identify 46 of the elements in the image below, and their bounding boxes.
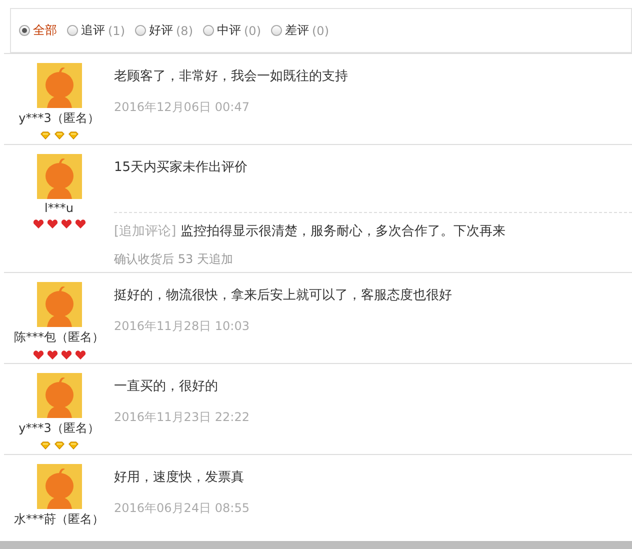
radio-icon[interactable] (135, 25, 146, 36)
review-date: 2016年11月28日 10:03 (114, 318, 250, 335)
radio-icon[interactable] (19, 25, 30, 36)
user-name: y***3（匿名） (18, 420, 100, 437)
review-date: 2016年11月23日 22:22 (114, 409, 250, 426)
user-name: 陈***包（匿名） (14, 329, 104, 346)
review-text: 挺好的，物流很快，拿来后安上就可以了，客服态度也很好 (114, 287, 453, 304)
avatar-icon (36, 373, 82, 418)
heart-icon (74, 350, 86, 360)
filter-option[interactable]: 差评 (0) (271, 22, 329, 39)
diamond-icon (40, 441, 50, 451)
filter-option[interactable]: 好评 (8) (135, 22, 193, 39)
avatar-icon (36, 154, 82, 199)
radio-icon[interactable] (203, 25, 214, 36)
avatar-icon (36, 464, 82, 509)
heart-icon (60, 350, 72, 360)
diamond-icon (54, 131, 64, 141)
followup-text: [追加评论] 监控拍得显示很清楚，服务耐心，多次合作了。下次再来 (114, 223, 506, 240)
heart-icon (74, 219, 86, 229)
heart-icon (32, 219, 44, 229)
scrollbar[interactable] (0, 541, 632, 549)
user-name: l***u (44, 201, 74, 215)
user-name: y***3（匿名） (18, 110, 100, 127)
radio-icon[interactable] (271, 25, 282, 36)
review-date: 2016年12月06日 00:47 (114, 99, 250, 116)
diamond-icon (40, 131, 50, 141)
user-name: 水***莳（匿名） (14, 511, 104, 528)
radio-icon[interactable] (67, 25, 78, 36)
diamond-icon (68, 441, 78, 451)
avatar-icon (36, 63, 82, 108)
avatar-icon (36, 282, 82, 327)
review-text: 老顾客了，非常好，我会一如既往的支持 (114, 68, 349, 85)
diamond-icon (54, 441, 64, 451)
heart-icon (32, 350, 44, 360)
review-text: 好用，速度快，发票真 (114, 469, 245, 486)
heart-icon (46, 350, 58, 360)
filter-option[interactable]: 中评 (0) (203, 22, 261, 39)
review-text: 一直买的，很好的 (114, 378, 219, 395)
diamond-icon (68, 131, 78, 141)
review-text: 15天内买家未作出评价 (114, 159, 249, 176)
heart-icon (46, 219, 58, 229)
followup-note: 确认收货后 53 天追加 (114, 251, 234, 268)
review-date: 2016年06月24日 08:55 (114, 500, 250, 517)
filter-option[interactable]: 追评 (1) (67, 22, 125, 39)
filter-option[interactable]: 全部 (19, 22, 57, 39)
heart-icon (60, 219, 72, 229)
